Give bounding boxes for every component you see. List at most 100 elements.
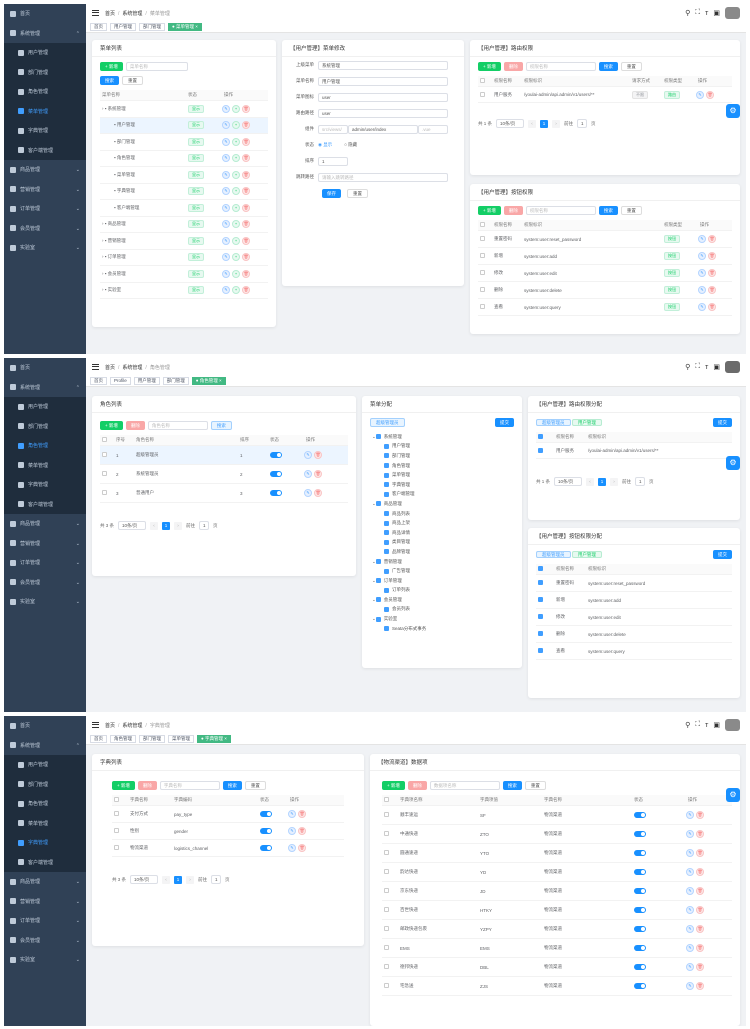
- font-size-icon[interactable]: т: [705, 10, 708, 17]
- search-input[interactable]: 数据项名称: [429, 781, 500, 790]
- sidebar-item-member[interactable]: 会员管理 ⌄: [4, 219, 86, 239]
- status-toggle[interactable]: [634, 925, 646, 932]
- edit-icon[interactable]: ✎: [686, 830, 694, 838]
- tree-node[interactable]: 客户端管理: [370, 490, 522, 500]
- sidebar-item-lab[interactable]: 实验室 ⌄: [4, 592, 86, 612]
- screenshot-icon[interactable]: ▣: [713, 363, 720, 371]
- search-button[interactable]: 搜索: [598, 206, 618, 215]
- status-hide-radio[interactable]: ○ 隐藏: [344, 142, 357, 148]
- delete-button[interactable]: 删除: [407, 781, 427, 790]
- delete-icon[interactable]: 🗑: [242, 104, 250, 113]
- delete-icon[interactable]: 🗑: [696, 830, 704, 838]
- table-row[interactable]: 删除 system:user:delete: [536, 626, 732, 643]
- sidebar-item-role[interactable]: 角色管理: [4, 82, 86, 102]
- search-button[interactable]: 搜索: [222, 781, 242, 790]
- status-toggle[interactable]: [634, 830, 646, 837]
- tree-node[interactable]: ⌄ 系统管理: [370, 432, 522, 442]
- table-row[interactable]: 重置密码 system:user:reset_password 按钮 ✎ 🗑: [478, 231, 732, 248]
- delete-button[interactable]: 删除: [125, 421, 145, 430]
- table-row[interactable]: 1 超级管理员 1 ✎ 🗑: [100, 446, 348, 465]
- edit-icon[interactable]: ✎: [222, 203, 230, 212]
- sidebar-item-dict[interactable]: 字典管理: [4, 475, 86, 495]
- edit-icon[interactable]: ✎: [686, 982, 694, 990]
- edit-icon[interactable]: ✎: [686, 925, 694, 933]
- table-row[interactable]: 新增 system:user:add: [536, 592, 732, 609]
- sidebar-item-role[interactable]: 角色管理: [4, 436, 86, 456]
- search-button[interactable]: 搜索: [598, 62, 618, 71]
- delete-icon[interactable]: 🗑: [696, 811, 704, 819]
- edit-icon[interactable]: ✎: [698, 286, 706, 294]
- screenshot-icon[interactable]: ▣: [713, 721, 720, 729]
- table-row[interactable]: 性别 gender ✎ 🗑: [112, 823, 344, 840]
- tree-node[interactable]: ⌄ 会员管理: [370, 595, 522, 605]
- edit-icon[interactable]: ✎: [222, 236, 230, 245]
- status-toggle[interactable]: [260, 827, 272, 834]
- edit-icon[interactable]: ✎: [686, 906, 694, 914]
- tree-node[interactable]: 菜单管理: [370, 470, 522, 480]
- tag-menu[interactable]: ● 菜单管理 ×: [168, 23, 202, 31]
- reset-button[interactable]: 重置: [620, 206, 642, 215]
- table-row[interactable]: 新增 system:user:add 按钮 ✎ 🗑: [478, 248, 732, 265]
- tree-node[interactable]: 商品列表: [370, 509, 522, 519]
- status-toggle[interactable]: [634, 849, 646, 856]
- add-button[interactable]: + 新增: [478, 62, 501, 71]
- edit-icon[interactable]: ✎: [222, 137, 230, 146]
- add-icon[interactable]: +: [232, 187, 240, 196]
- delete-icon[interactable]: 🗑: [298, 810, 306, 818]
- sidebar-item-menu[interactable]: 菜单管理: [4, 813, 86, 833]
- search-input[interactable]: 权限名称: [525, 206, 596, 215]
- fullscreen-icon[interactable]: ⛶: [695, 9, 700, 17]
- add-icon[interactable]: +: [232, 137, 240, 146]
- hamburger-icon[interactable]: [92, 722, 99, 728]
- tag-home[interactable]: 首页: [90, 23, 107, 31]
- avatar[interactable]: [725, 719, 740, 731]
- sidebar-item-system[interactable]: 系统管理 ⌃: [4, 378, 86, 398]
- sidebar-item-system[interactable]: 系统管理 ⌃: [4, 24, 86, 44]
- tree-node[interactable]: Seata分布式事务: [370, 624, 522, 634]
- reset-button[interactable]: 重置: [524, 781, 546, 790]
- edit-icon[interactable]: ✎: [304, 451, 312, 459]
- status-toggle[interactable]: [634, 982, 646, 989]
- tag-profile[interactable]: Profile: [110, 377, 131, 385]
- tree-node[interactable]: 部门管理: [370, 451, 522, 461]
- add-icon[interactable]: +: [232, 170, 240, 179]
- tree-node[interactable]: 会员列表: [370, 605, 522, 615]
- sidebar-item-user[interactable]: 用户管理: [4, 755, 86, 775]
- table-row[interactable]: 宅急送 ZJS 物流渠道 ✎ 🗑: [382, 977, 732, 996]
- status-toggle[interactable]: [260, 810, 272, 817]
- delete-icon[interactable]: 🗑: [242, 286, 250, 295]
- table-row[interactable]: 中通快递 ZTO 物流渠道 ✎ 🗑: [382, 825, 732, 844]
- hamburger-icon[interactable]: [92, 364, 99, 370]
- delete-icon[interactable]: 🗑: [708, 286, 716, 294]
- tag-user[interactable]: 用户管理: [133, 377, 160, 385]
- edit-icon[interactable]: ✎: [686, 963, 694, 971]
- table-row[interactable]: 用户服务/youlai-admin/api.admin/v1/users/**: [536, 443, 732, 459]
- table-row[interactable]: 3 普通用户 3 ✎ 🗑: [100, 484, 348, 503]
- reset-button[interactable]: 重置: [244, 781, 266, 790]
- add-button[interactable]: + 新增: [382, 781, 405, 790]
- menu-icon-input[interactable]: user: [318, 92, 448, 102]
- status-toggle[interactable]: [634, 906, 646, 913]
- tree-node[interactable]: 商品详情: [370, 528, 522, 538]
- tree-node[interactable]: 角色管理: [370, 461, 522, 471]
- table-row[interactable]: ▪ 用户管理 显示 ✎ + 🗑: [100, 117, 268, 134]
- sidebar-item-product[interactable]: 商品管理 ⌄: [4, 160, 86, 180]
- submit-button[interactable]: 提交: [713, 418, 732, 427]
- hamburger-icon[interactable]: [92, 10, 99, 16]
- sidebar-item-member[interactable]: 会员管理 ⌄: [4, 931, 86, 951]
- redirect-input[interactable]: 请输入跳转路径: [318, 172, 448, 182]
- sidebar-item-client[interactable]: 客户端管理: [4, 852, 86, 872]
- menu-name-input[interactable]: 用户管理: [318, 76, 448, 86]
- tree-node[interactable]: 用户管理: [370, 442, 522, 452]
- save-button[interactable]: 保存: [322, 188, 341, 198]
- sidebar-item-dict[interactable]: 字典管理: [4, 121, 86, 141]
- sidebar-item-client[interactable]: 客户端管理: [4, 494, 86, 514]
- delete-icon[interactable]: 🗑: [696, 906, 704, 914]
- search-icon[interactable]: ⚲: [685, 9, 690, 17]
- add-icon[interactable]: +: [232, 203, 240, 212]
- tree-node[interactable]: 品牌管理: [370, 547, 522, 557]
- sidebar-item-home[interactable]: 首页: [4, 358, 86, 378]
- submit-button[interactable]: 提交: [713, 550, 732, 559]
- sidebar-item-order[interactable]: 订单管理 ⌄: [4, 553, 86, 573]
- sidebar-item-product[interactable]: 商品管理 ⌄: [4, 514, 86, 534]
